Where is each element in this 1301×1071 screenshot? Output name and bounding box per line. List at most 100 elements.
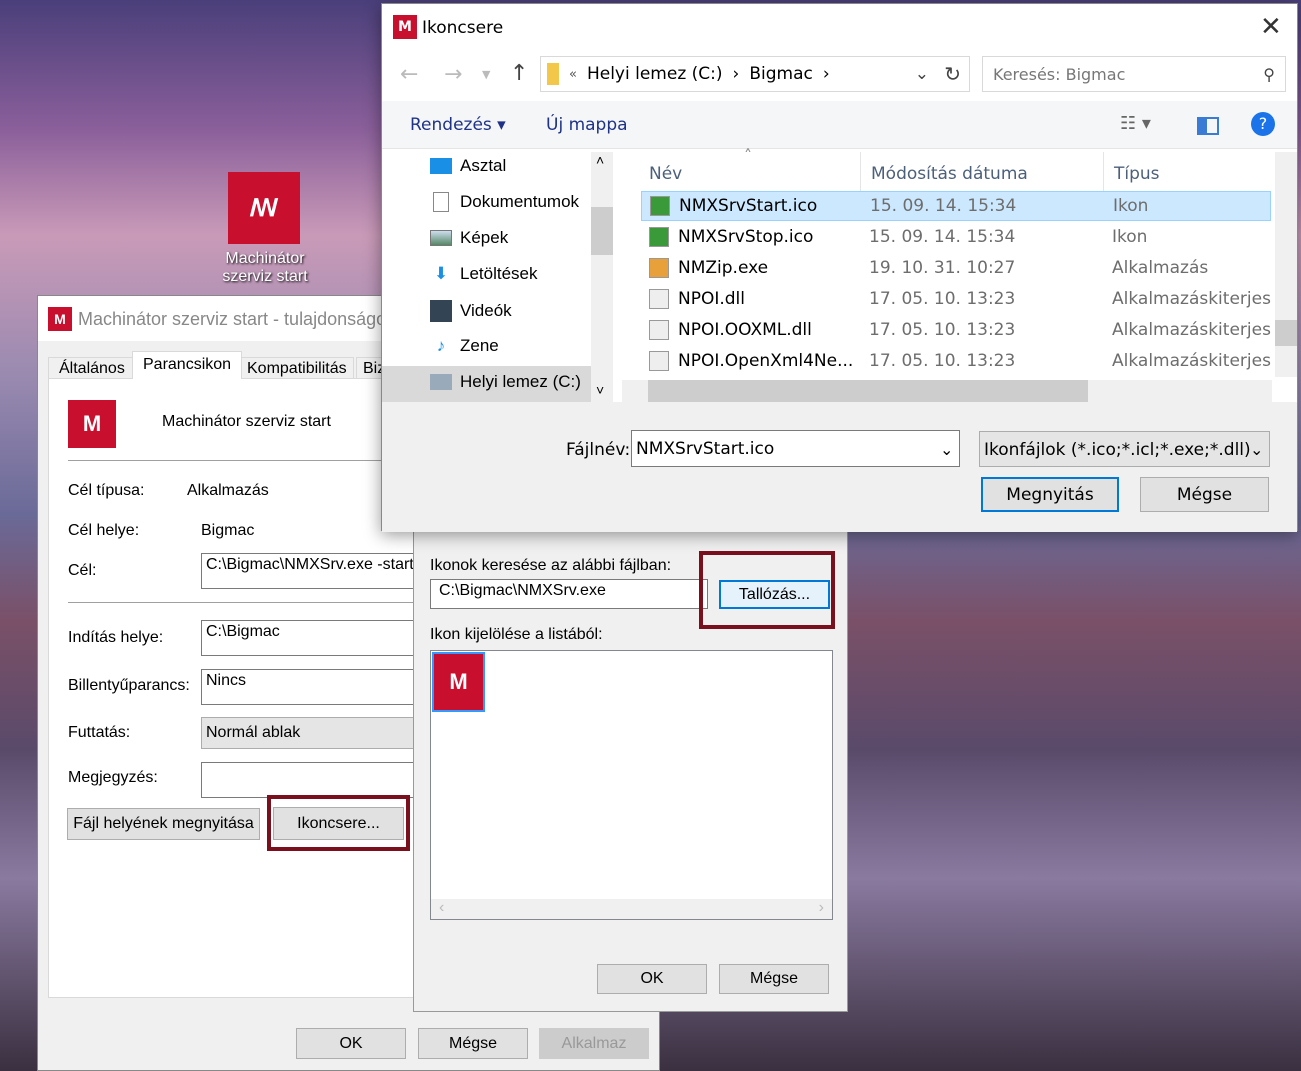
desktop-icon: [430, 158, 452, 174]
nav-item-desktop[interactable]: Asztal: [430, 156, 506, 176]
close-icon[interactable]: ✕: [1260, 12, 1282, 42]
horizontal-scrollbar[interactable]: ‹ ›: [431, 899, 832, 919]
shortcut-large-icon: M: [68, 400, 116, 448]
highlight-box: [267, 795, 410, 851]
help-icon[interactable]: ?: [1251, 112, 1275, 136]
drive-icon: [430, 374, 452, 390]
file-icon: [649, 289, 669, 309]
file-row[interactable]: NMXSrvStop.ico 15. 09. 14. 15:34 Ikon: [641, 222, 1271, 252]
icon-file-path-input[interactable]: C:\Bigmac\NMXSrv.exe: [430, 579, 708, 609]
file-date: 17. 05. 10. 13:23: [869, 289, 1016, 309]
column-type[interactable]: Típus: [1103, 152, 1160, 192]
file-type-select[interactable]: Ikonfájlok (*.ico;*.icl;*.exe;*.dll): [979, 431, 1270, 467]
file-icon: [650, 196, 670, 216]
breadcrumb-item[interactable]: Bigmac: [749, 64, 813, 84]
icon-option-selected[interactable]: M: [432, 652, 485, 712]
nav-item-documents[interactable]: Dokumentumok: [430, 192, 579, 212]
view-options-icon[interactable]: ☷ ▾: [1120, 113, 1151, 134]
list-scrollbar-v[interactable]: [1275, 152, 1297, 377]
file-name: NPOI.OpenXml4Ne...: [678, 351, 854, 371]
chevron-down-icon[interactable]: ˅: [596, 382, 604, 398]
preview-pane-icon[interactable]: [1197, 117, 1219, 135]
search-input[interactable]: Keresés: Bigmac ⚲: [982, 56, 1286, 92]
file-icon: [649, 258, 669, 278]
desktop-shortcut-icon[interactable]: ꟿ: [228, 172, 300, 244]
column-date[interactable]: Módosítás dátuma: [860, 152, 1028, 192]
back-icon[interactable]: ←: [400, 62, 418, 87]
shortcut-name: Machinátor szerviz start: [162, 413, 331, 430]
ok-button[interactable]: OK: [296, 1028, 406, 1059]
open-file-location-button[interactable]: Fájl helyének megnyitása: [67, 808, 260, 840]
file-type: Alkalmazás: [1112, 258, 1209, 278]
nav-scrollbar[interactable]: [591, 152, 613, 402]
cancel-button[interactable]: Mégse: [719, 964, 829, 994]
nav-item-downloads[interactable]: ⬇ Letöltések: [430, 264, 538, 284]
recent-dropdown-icon[interactable]: ▼: [482, 68, 490, 81]
file-row[interactable]: NPOI.dll 17. 05. 10. 13:23 Alkalmazáskit…: [641, 284, 1271, 314]
comment-input[interactable]: [201, 762, 416, 798]
nav-item-music[interactable]: ♪ Zene: [430, 336, 499, 356]
app-icon: M: [393, 15, 417, 39]
file-row[interactable]: NMZip.exe 19. 10. 31. 10:27 Alkalmazás: [641, 253, 1271, 283]
value: Alkalmazás: [187, 482, 269, 499]
column-name[interactable]: Név: [649, 164, 682, 184]
target-input[interactable]: C:\Bigmac\NMXSrv.exe -start: [201, 553, 416, 589]
file-type: Ikon: [1113, 196, 1149, 216]
file-name: NMXSrvStart.ico: [679, 196, 818, 216]
filename-input[interactable]: NMXSrvStart.ico: [631, 430, 960, 467]
refresh-icon[interactable]: ↻: [944, 62, 961, 86]
forward-icon[interactable]: →: [444, 62, 462, 87]
pictures-icon: [430, 230, 452, 246]
organize-menu[interactable]: Rendezés ▾: [410, 115, 506, 135]
label: Cél helye:: [68, 522, 140, 539]
file-name: NMXSrvStop.ico: [678, 227, 814, 247]
search-file-label: Ikonok keresése az alábbi fájlban:: [430, 557, 672, 574]
ok-button[interactable]: OK: [597, 964, 707, 994]
chevron-down-icon[interactable]: ⌄: [940, 440, 953, 460]
file-date: 15. 09. 14. 15:34: [869, 227, 1016, 247]
documents-icon: [433, 192, 449, 212]
list-scrollbar-h[interactable]: [622, 380, 1272, 402]
breadcrumb-overflow[interactable]: «: [569, 67, 577, 82]
address-bar[interactable]: « Helyi lemez (C:) › Bigmac › ⌄ ↻: [540, 56, 970, 92]
cancel-button[interactable]: Mégse: [1140, 477, 1269, 512]
file-type: Alkalmazáskiterjesztés: [1112, 351, 1271, 371]
hotkey-input[interactable]: Nincs: [201, 669, 416, 705]
downloads-icon: ⬇: [433, 264, 449, 283]
new-folder-button[interactable]: Új mappa: [546, 115, 628, 135]
label: Megjegyzés:: [68, 769, 158, 786]
file-row[interactable]: NPOI.OOXML.dll 17. 05. 10. 13:23 Alkalma…: [641, 315, 1271, 345]
icon-list[interactable]: M ‹ ›: [430, 650, 833, 920]
chevron-right-icon[interactable]: ›: [823, 64, 830, 84]
nav-item-local-disk[interactable]: Helyi lemez (C:): [430, 372, 581, 392]
sort-ascending-icon: ˄: [744, 146, 752, 165]
file-row[interactable]: NPOI.OpenXml4Ne... 17. 05. 10. 13:23 Alk…: [641, 346, 1271, 376]
start-in-input[interactable]: C:\Bigmac: [201, 620, 416, 656]
label: Billentyűparancs:: [68, 677, 190, 694]
label: Cél típusa:: [68, 482, 145, 499]
chevron-up-icon[interactable]: ˄: [596, 152, 604, 168]
up-icon[interactable]: ↑: [510, 61, 528, 86]
nav-item-videos[interactable]: Videók: [430, 300, 512, 322]
file-row[interactable]: NMXSrvStart.ico 15. 09. 14. 15:34 Ikon: [641, 191, 1271, 221]
label: Indítás helye:: [68, 629, 164, 646]
chevron-right-icon[interactable]: ›: [733, 64, 740, 84]
open-button[interactable]: Megnyitás: [981, 477, 1119, 512]
file-name: NPOI.OOXML.dll: [678, 320, 812, 340]
search-placeholder: Keresés: Bigmac: [993, 64, 1126, 84]
chevron-down-icon[interactable]: ⌄: [1250, 440, 1263, 460]
folder-icon: [547, 63, 559, 85]
breadcrumb-item[interactable]: Helyi lemez (C:): [587, 64, 723, 84]
file-icon: [649, 351, 669, 371]
apply-button[interactable]: Alkalmaz: [539, 1028, 649, 1059]
file-name: NMZip.exe: [678, 258, 769, 278]
file-date: 17. 05. 10. 13:23: [869, 320, 1016, 340]
label: Futtatás:: [68, 724, 131, 741]
chevron-down-icon[interactable]: ⌄: [915, 64, 929, 84]
run-select[interactable]: Normál ablak: [201, 717, 416, 749]
nav-item-pictures[interactable]: Képek: [430, 228, 508, 248]
tab-parancsikon[interactable]: Parancsikon: [132, 351, 243, 379]
desktop-shortcut-label[interactable]: Machinátor szerviz start: [210, 250, 320, 286]
file-type: Alkalmazáskiterjesztés: [1112, 289, 1271, 309]
cancel-button[interactable]: Mégse: [418, 1028, 528, 1059]
